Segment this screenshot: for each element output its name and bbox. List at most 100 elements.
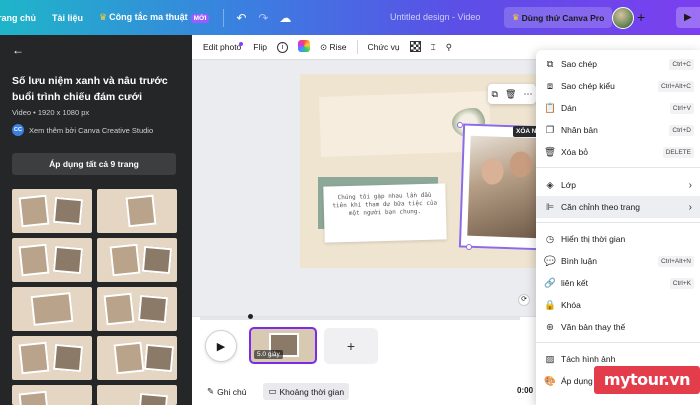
time-readout: 0:00 bbox=[517, 386, 534, 395]
trash-icon[interactable]: 🗑 bbox=[505, 89, 516, 100]
duration-button[interactable]: ▭ Khoảng thời gian bbox=[263, 383, 350, 400]
animate-button[interactable]: ⊙ Rise bbox=[320, 42, 347, 53]
apply-all-pages-button[interactable]: Áp dụng tất cả 9 trang bbox=[12, 153, 176, 175]
new-dot bbox=[239, 42, 244, 46]
copy-style-icon: ⧈ bbox=[546, 80, 554, 92]
playhead[interactable] bbox=[248, 314, 253, 319]
magic-button[interactable]: ⚲ bbox=[446, 42, 452, 53]
play-icon: ▶ bbox=[684, 12, 692, 23]
link-icon: 🔗 bbox=[544, 277, 556, 289]
align-icon: ⊫ bbox=[545, 201, 555, 213]
color-palette-icon bbox=[297, 40, 310, 52]
plus-icon: + bbox=[346, 338, 356, 354]
menu-item-layer[interactable]: ◈ Lớp › bbox=[536, 174, 700, 196]
menu-item-align-to-page[interactable]: ⊫ Căn chỉnh theo trang › bbox=[536, 196, 700, 218]
duplicate-icon: ❐ bbox=[545, 124, 555, 136]
plus-icon[interactable]: + bbox=[637, 9, 645, 25]
chevron-right-icon: › bbox=[688, 179, 692, 191]
template-page-thumb[interactable] bbox=[12, 189, 92, 233]
timeline-clip[interactable]: 5.0 giây bbox=[249, 327, 317, 364]
new-badge: MỚI bbox=[190, 14, 210, 23]
more-icon[interactable]: ⋯ bbox=[523, 89, 532, 100]
detach-image-icon: ▨ bbox=[545, 353, 555, 365]
context-menu: ⧉ Sao chép Ctrl+C ⧈ Sao chép kiểu Ctrl+A… bbox=[536, 50, 700, 405]
template-page-thumb[interactable] bbox=[12, 238, 92, 282]
accessibility-icon: ⊛ bbox=[546, 321, 554, 333]
lock-icon: 🔒 bbox=[544, 299, 556, 311]
note-text-box[interactable]: Chúng tôi gặp nhau lần đầu tiên khi tham… bbox=[323, 183, 447, 243]
menu-item-paste[interactable]: 📋 Dán Ctrl+V bbox=[536, 97, 700, 119]
resize-handle[interactable] bbox=[466, 244, 472, 250]
trash-icon: 🗑 bbox=[543, 146, 557, 158]
template-meta: Video • 1920 x 1080 px bbox=[12, 108, 90, 117]
template-page-thumb[interactable] bbox=[97, 238, 177, 282]
add-page-button[interactable]: + bbox=[324, 328, 378, 364]
color-button[interactable] bbox=[297, 40, 310, 54]
paint-format-button[interactable]: ⌶ bbox=[431, 42, 436, 53]
redo-icon[interactable]: ↷ bbox=[252, 11, 274, 25]
info-icon: i bbox=[276, 42, 288, 53]
canva-creative-icon: CC bbox=[12, 124, 24, 136]
magic-wand-icon: ⚲ bbox=[445, 41, 452, 52]
copy-icon: ⧉ bbox=[546, 58, 554, 70]
notes-button[interactable]: ✎ Ghi chú bbox=[202, 383, 251, 400]
menu-item-show-timing[interactable]: ◷ Hiển thị thời gian bbox=[536, 228, 700, 250]
clip-duration: 5.0 giây bbox=[254, 350, 283, 359]
template-page-thumb[interactable] bbox=[97, 385, 177, 405]
flip-button[interactable]: Flip bbox=[253, 42, 267, 52]
back-arrow-icon[interactable]: ← bbox=[12, 43, 24, 57]
comment-icon: 💬 bbox=[544, 255, 556, 267]
cloud-save-icon[interactable]: ☁ bbox=[274, 11, 296, 25]
template-page-thumb[interactable] bbox=[12, 287, 92, 331]
template-page-thumb[interactable] bbox=[97, 287, 177, 331]
transparency-icon bbox=[409, 40, 421, 52]
menu-divider bbox=[536, 342, 700, 343]
menu-divider bbox=[536, 167, 700, 168]
template-page-thumb[interactable] bbox=[12, 336, 92, 380]
edit-photo-button[interactable]: Edit photo bbox=[203, 42, 244, 52]
menu-item-link[interactable]: 🔗 liên kết Ctrl+K bbox=[536, 272, 700, 294]
template-title: Số lưu niệm xanh và nâu trước buổi trình… bbox=[12, 75, 168, 103]
author-link[interactable]: CC Xem thêm bởi Canva Creative Studio bbox=[12, 124, 153, 136]
present-button[interactable]: ▶ bbox=[676, 7, 700, 28]
resize-handle[interactable] bbox=[457, 122, 463, 128]
undo-icon[interactable]: ↶ bbox=[230, 11, 252, 25]
menu-divider bbox=[536, 222, 700, 223]
chevron-right-icon: › bbox=[688, 201, 692, 213]
menu-item-alt-text[interactable]: ⊛ Văn bản thay thế bbox=[536, 316, 700, 338]
document-title[interactable]: Untitled design - Video bbox=[390, 12, 480, 22]
paint-roller-icon: ⌶ bbox=[430, 41, 436, 52]
menu-item-copy-style[interactable]: ⧈ Sao chép kiểu Ctrl+Alt+C bbox=[536, 75, 700, 97]
crown-icon: ♛ bbox=[512, 12, 520, 22]
template-page-thumb[interactable] bbox=[97, 336, 177, 380]
template-page-thumb[interactable] bbox=[12, 385, 92, 405]
try-pro-button[interactable]: ♛ Dùng thử Canva Pro bbox=[504, 7, 613, 28]
video-icon: ▭ bbox=[268, 386, 277, 396]
divider bbox=[356, 40, 358, 54]
menu-item-delete[interactable]: 🗑 Xóa bỏ DELETE bbox=[536, 141, 700, 163]
menu-item-lock[interactable]: 🔒 Khóa bbox=[536, 294, 700, 316]
animate-icon: ⊙ bbox=[319, 41, 328, 52]
template-panel: ← Số lưu niệm xanh và nâu trước buổi trì… bbox=[0, 35, 192, 405]
author-label: Xem thêm bởi Canva Creative Studio bbox=[29, 125, 154, 135]
rotate-handle-icon[interactable]: ⟳ bbox=[518, 294, 530, 306]
paste-icon: 📋 bbox=[544, 102, 556, 114]
position-button[interactable]: Chức vụ bbox=[368, 42, 400, 52]
play-icon: ▶ bbox=[216, 341, 226, 353]
play-button[interactable]: ▶ bbox=[205, 330, 237, 362]
menu-item-comment[interactable]: 💬 Bình luận Ctrl+Alt+N bbox=[536, 250, 700, 272]
watermark-logo: mytour.vn bbox=[594, 366, 700, 394]
nav-home[interactable]: rang chủ bbox=[0, 13, 44, 23]
info-button[interactable]: i bbox=[276, 41, 288, 53]
clock-icon: ◷ bbox=[545, 233, 555, 245]
transparency-button[interactable] bbox=[409, 40, 421, 54]
avatar[interactable] bbox=[612, 7, 634, 29]
menu-item-duplicate[interactable]: ❐ Nhân bản Ctrl+D bbox=[536, 119, 700, 141]
duplicate-icon[interactable]: ⧉ bbox=[492, 89, 498, 100]
nav-magic-switch[interactable]: ♛ Công tắc ma thuật MỚI bbox=[91, 12, 217, 23]
element-float-toolbar: ⧉ 🗑 ⋯ bbox=[488, 84, 536, 104]
layers-icon: ◈ bbox=[546, 179, 554, 191]
menu-item-copy[interactable]: ⧉ Sao chép Ctrl+C bbox=[536, 53, 700, 75]
template-page-thumb[interactable] bbox=[97, 189, 177, 233]
nav-documents[interactable]: Tài liệu bbox=[44, 13, 91, 23]
